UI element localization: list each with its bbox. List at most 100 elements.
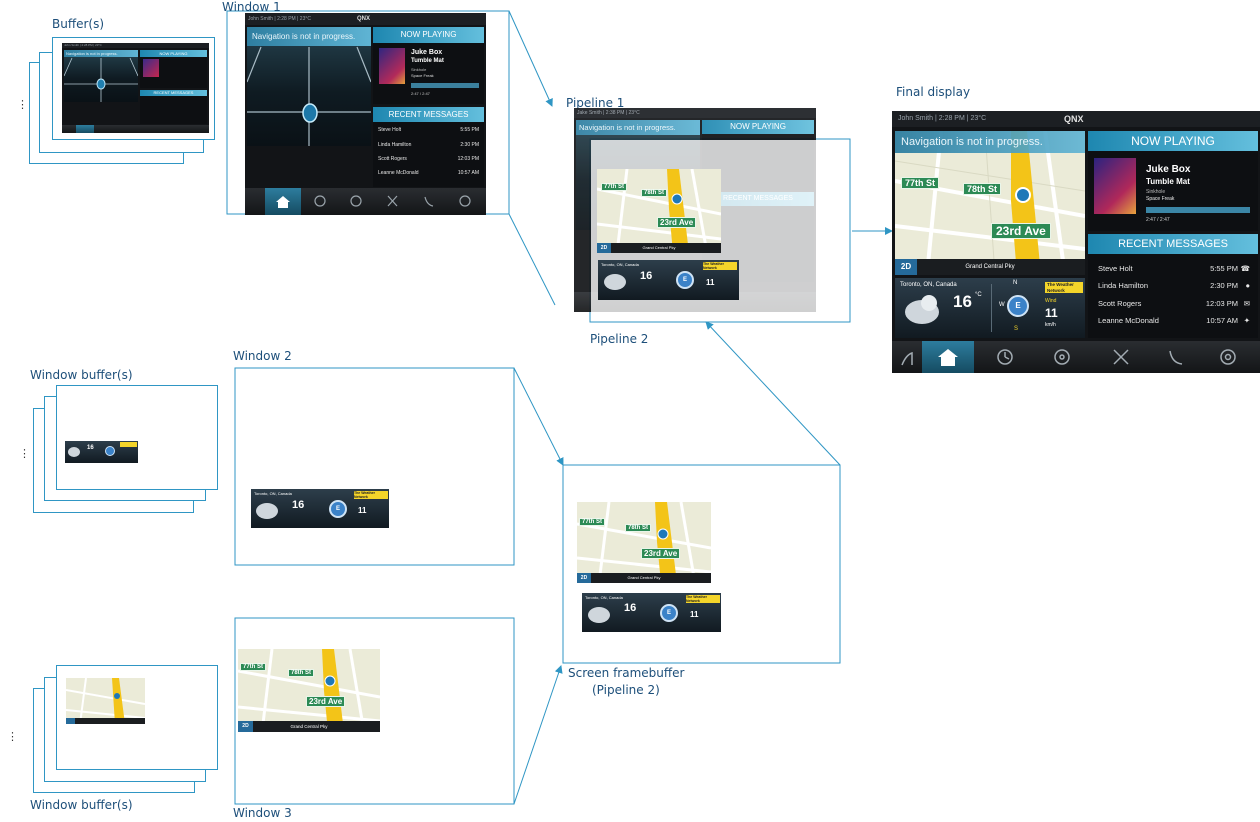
window-buffer-bottom-map-thumb (66, 678, 145, 724)
final-status-bar: John Smith | 2:28 PM | 23°C QNX (892, 111, 1260, 127)
message-name: Steve Holt (1098, 264, 1133, 273)
window1-now-playing-title: NOW PLAYING (373, 27, 484, 43)
buffer-now-playing-title: NOW PLAYING (140, 50, 207, 57)
pipeline1-status-bar: Jake Smith | 2:38 PM | 23°C (574, 108, 816, 118)
message-time: 2:30 PM (460, 142, 479, 148)
window3-2d-button[interactable]: 2D (238, 721, 253, 732)
final-weather-location: Toronto, ON, Canada (900, 282, 957, 288)
final-weather-widget: Toronto, ON, Canada 16 °C N W S E The We… (895, 278, 1085, 338)
pipeline2-street-23rd: 23rd Ave (657, 217, 697, 228)
message-name: Linda Hamilton (1098, 281, 1149, 290)
window1-album-line1: Sinkhole (411, 67, 427, 72)
window1-to-pipeline1-line (508, 213, 556, 306)
pipeline2-2d-button[interactable]: 2D (597, 243, 611, 253)
chat-icon: ● (1245, 281, 1250, 290)
buffer-status-bar: John Smith | 2:28 PM | 23°C (62, 43, 209, 48)
bird-icon: ✦ (1243, 316, 1250, 325)
framebuffer-weather-temp: 16 (624, 602, 637, 614)
final-message-row[interactable]: Steve Holt 5:55 PM ☎ (1098, 264, 1250, 273)
framebuffer-compass: E (660, 604, 678, 622)
window3-road-name: Grand Central Pky (238, 721, 380, 732)
window3-to-framebuffer-arrow (513, 665, 563, 805)
window1-track: Juke Box (411, 49, 443, 56)
screen-framebuffer-sub-label: (Pipeline 2) (592, 683, 660, 697)
message-name: Linda Hamilton (378, 142, 412, 148)
window1-status-bar: John Smith | 2:28 PM | 23°C QNX (245, 13, 486, 25)
final-wind-unit: km/h (1045, 322, 1056, 328)
thumb-weather-temp: 16 (87, 445, 94, 451)
final-compass-s: S (1014, 326, 1019, 332)
final-album-line1: Sinkhole (1146, 189, 1166, 195)
window-buffer-bottom-front (56, 665, 218, 770)
pipeline2-weather-temp: 16 (640, 270, 653, 282)
final-progress-label: 2:47 / 2:47 (1146, 217, 1170, 223)
window-buffer-top-weather-thumb: 16 (65, 441, 138, 463)
window1-message-row[interactable]: Steve Holt 5:55 PM (378, 127, 479, 133)
final-status-text: John Smith | 2:28 PM | 23°C (898, 115, 987, 122)
final-message-row[interactable]: Linda Hamilton 2:30 PM ● (1098, 281, 1250, 290)
message-time: 10:57 AM (1206, 316, 1238, 325)
window-buffers-top-label: Window buffer(s) (30, 368, 133, 382)
window1-album-art (379, 48, 405, 84)
window1-message-row[interactable]: Linda Hamilton 2:30 PM (378, 142, 479, 148)
window3-street-77th: 77th St (240, 663, 267, 671)
music-icon (1054, 349, 1070, 365)
final-compass-w: W (999, 302, 1005, 308)
framebuffer-to-pipeline2-arrow (705, 321, 841, 466)
final-message-row[interactable]: Leanne McDonald 10:57 AM ✦ (1098, 316, 1250, 325)
window1-message-row[interactable]: Leanne McDonald 10:57 AM (378, 170, 479, 176)
message-time: 10:57 AM (457, 170, 479, 176)
window3-street-23rd: 23rd Ave (306, 696, 346, 707)
window1-progress-bar (411, 83, 479, 88)
window-buffers-bottom-label: Window buffer(s) (30, 798, 133, 812)
window1-dock-icons (276, 195, 471, 208)
window1-screen: John Smith | 2:28 PM | 23°C QNX Navigati… (245, 13, 486, 215)
message-time: 5:55 PM (460, 127, 479, 133)
final-message-row[interactable]: Scott Rogers 12:03 PM ✉ (1098, 299, 1250, 308)
pipeline2-weather-network-logo: The Weather Network (703, 262, 737, 270)
window3-street-78th: 78th St (288, 669, 315, 677)
final-dock (892, 341, 1260, 373)
window1-dock (245, 188, 486, 215)
window2-frame (234, 367, 515, 566)
buffer-stack-front: John Smith | 2:28 PM | 23°C Navigation i… (52, 37, 215, 140)
final-album-line2: Space Freak (1146, 196, 1175, 202)
phone-icon (1169, 350, 1183, 365)
window2-wind-value: 11 (358, 506, 367, 515)
final-now-playing-title: NOW PLAYING (1088, 131, 1258, 151)
buffer-album-art (143, 59, 159, 77)
buffers-ellipsis: ⋮ (17, 98, 28, 111)
final-progress-track (1146, 207, 1250, 213)
framebuffer-street-77th: 77th St (579, 518, 606, 526)
pipeline2-road-name: Grand Central Pky (597, 243, 721, 253)
pipeline2-compass: E (676, 271, 694, 289)
framebuffer-weather-network-logo: The Weather Network (686, 595, 720, 603)
final-album-art (1094, 158, 1136, 214)
message-name: Scott Rogers (378, 156, 407, 162)
window1-message-list: Steve Holt 5:55 PM Linda Hamilton 2:30 PM … (378, 127, 479, 187)
window-buffers-bottom-ellipsis: ⋮ (7, 730, 18, 743)
window2-weather-temp: 16 (292, 499, 305, 511)
framebuffer-2d-button[interactable]: 2D (577, 573, 591, 583)
window2-label: Window 2 (233, 349, 292, 363)
final-2d-button[interactable]: 2D (895, 259, 917, 275)
message-name: Steve Holt (378, 127, 402, 133)
message-name: Leanne McDonald (1098, 316, 1159, 325)
final-weather-unit: °C (975, 292, 982, 298)
window1-progress-label: 2:47 / 2:47 (411, 91, 430, 96)
home-icon (938, 349, 958, 366)
final-road-name: Grand Central Pky (895, 259, 1085, 275)
final-dock-icons (901, 349, 1236, 366)
buffer-messages-title: RECENT MESSAGES (140, 90, 207, 96)
window1-message-row[interactable]: Scott Rogers 12:03 PM (378, 156, 479, 162)
window1-status-text: John Smith | 2:28 PM | 23°C (248, 16, 311, 22)
window3-map: 77th St 78th St 23rd Ave Grand Central P… (238, 649, 380, 732)
final-display-label: Final display (896, 85, 971, 99)
screen-framebuffer-label: Screen framebuffer (568, 666, 685, 680)
buffer-dock (62, 125, 209, 133)
pipeline2-weather-location: Toronto, ON, Canada (601, 262, 639, 267)
final-display-screen: John Smith | 2:28 PM | 23°C QNX Navigati… (892, 111, 1260, 373)
buffer-recent-messages: RECENT MESSAGES (140, 90, 207, 124)
pipeline2-wind-value: 11 (706, 278, 715, 287)
pipeline2-label: Pipeline 2 (590, 332, 649, 346)
